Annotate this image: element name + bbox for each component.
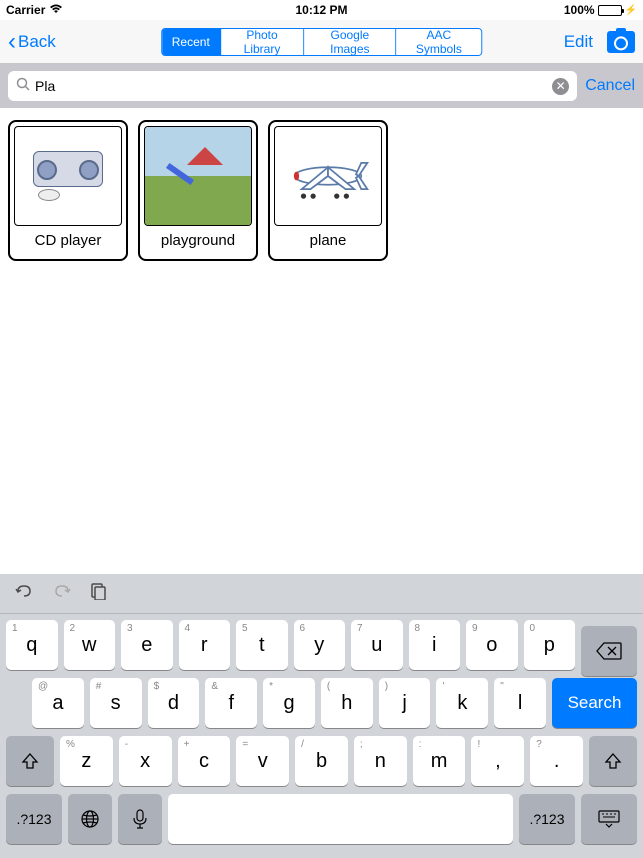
- wifi-icon: [49, 3, 63, 17]
- key-f[interactable]: &f: [205, 678, 257, 728]
- result-item-cd-player[interactable]: CD player: [8, 120, 128, 261]
- keyboard-row-3: %z-x+c=v/b;n:m!,?.: [4, 736, 639, 786]
- battery-icon: [598, 5, 622, 16]
- edit-button[interactable]: Edit: [564, 32, 593, 52]
- key-d[interactable]: $d: [148, 678, 200, 728]
- key-b[interactable]: /b: [295, 736, 348, 786]
- key-k[interactable]: 'k: [436, 678, 488, 728]
- results-grid: CD player playground plane: [0, 108, 643, 273]
- segment-google-images[interactable]: Google Images: [304, 29, 396, 55]
- clock: 10:12 PM: [295, 3, 347, 17]
- camera-button[interactable]: [607, 31, 635, 53]
- clear-search-button[interactable]: ✕: [552, 78, 569, 95]
- undo-button[interactable]: [14, 583, 34, 604]
- keyboard: 1q2w3e4r5t6y7u8i9o0p @a#s$d&f*g(h)j'k"l …: [0, 574, 643, 858]
- key-i[interactable]: 8i: [409, 620, 461, 670]
- plane-icon: [274, 126, 382, 226]
- battery-percent: 100%: [564, 3, 595, 17]
- keyboard-toolbar: [0, 574, 643, 614]
- key-g[interactable]: *g: [263, 678, 315, 728]
- key-t[interactable]: 5t: [236, 620, 288, 670]
- result-item-plane[interactable]: plane: [268, 120, 388, 261]
- status-bar: Carrier 10:12 PM 100% ⚡: [0, 0, 643, 20]
- key-c[interactable]: +c: [178, 736, 231, 786]
- key-h[interactable]: (h: [321, 678, 373, 728]
- back-button[interactable]: ‹ Back: [8, 28, 56, 56]
- cd-player-icon: [14, 126, 122, 226]
- key-n[interactable]: ;n: [354, 736, 407, 786]
- search-key[interactable]: Search: [552, 678, 637, 728]
- keyboard-row-4: .?123 .?123: [4, 794, 639, 844]
- key-j[interactable]: )j: [379, 678, 431, 728]
- key-,[interactable]: !,: [471, 736, 524, 786]
- playground-icon: [144, 126, 252, 226]
- key-o[interactable]: 9o: [466, 620, 518, 670]
- paste-button[interactable]: [90, 582, 106, 605]
- mode-key-right[interactable]: .?123: [519, 794, 575, 844]
- key-u[interactable]: 7u: [351, 620, 403, 670]
- key-v[interactable]: =v: [236, 736, 289, 786]
- charging-icon: ⚡: [625, 5, 637, 16]
- dismiss-keyboard-key[interactable]: [581, 794, 637, 844]
- space-key[interactable]: [168, 794, 513, 844]
- carrier-label: Carrier: [6, 3, 45, 17]
- key-s[interactable]: #s: [90, 678, 142, 728]
- key-m[interactable]: :m: [413, 736, 466, 786]
- mode-key[interactable]: .?123: [6, 794, 62, 844]
- chevron-left-icon: ‹: [8, 28, 16, 56]
- segment-photo-library[interactable]: Photo Library: [221, 29, 304, 55]
- key-r[interactable]: 4r: [179, 620, 231, 670]
- key-z[interactable]: %z: [60, 736, 113, 786]
- segment-recent[interactable]: Recent: [162, 29, 221, 55]
- result-item-playground[interactable]: playground: [138, 120, 258, 261]
- segment-aac-symbols[interactable]: AAC Symbols: [396, 29, 481, 55]
- key-w[interactable]: 2w: [64, 620, 116, 670]
- search-icon: [16, 77, 30, 96]
- key-e[interactable]: 3e: [121, 620, 173, 670]
- globe-key[interactable]: [68, 794, 112, 844]
- result-label: plane: [310, 232, 347, 255]
- segmented-control: Recent Photo Library Google Images AAC S…: [161, 28, 483, 56]
- search-bar: ✕ Cancel: [0, 64, 643, 108]
- key-a[interactable]: @a: [32, 678, 84, 728]
- result-label: playground: [161, 232, 235, 255]
- redo-button[interactable]: [52, 583, 72, 604]
- cancel-button[interactable]: Cancel: [585, 77, 635, 95]
- key-q[interactable]: 1q: [6, 620, 58, 670]
- dictate-key[interactable]: [118, 794, 162, 844]
- key-x[interactable]: -x: [119, 736, 172, 786]
- backspace-key[interactable]: [581, 626, 637, 676]
- key-y[interactable]: 6y: [294, 620, 346, 670]
- shift-key[interactable]: [6, 736, 54, 786]
- key-l[interactable]: "l: [494, 678, 546, 728]
- search-field[interactable]: ✕: [8, 71, 577, 101]
- shift-key-right[interactable]: [589, 736, 637, 786]
- key-.[interactable]: ?.: [530, 736, 583, 786]
- search-input[interactable]: [35, 78, 552, 94]
- keyboard-row-1: 1q2w3e4r5t6y7u8i9o0p: [4, 620, 639, 670]
- result-label: CD player: [35, 232, 102, 255]
- keyboard-row-2: @a#s$d&f*g(h)j'k"l Search: [4, 678, 639, 728]
- key-p[interactable]: 0p: [524, 620, 576, 670]
- nav-bar: ‹ Back Recent Photo Library Google Image…: [0, 20, 643, 64]
- back-label: Back: [18, 32, 56, 52]
